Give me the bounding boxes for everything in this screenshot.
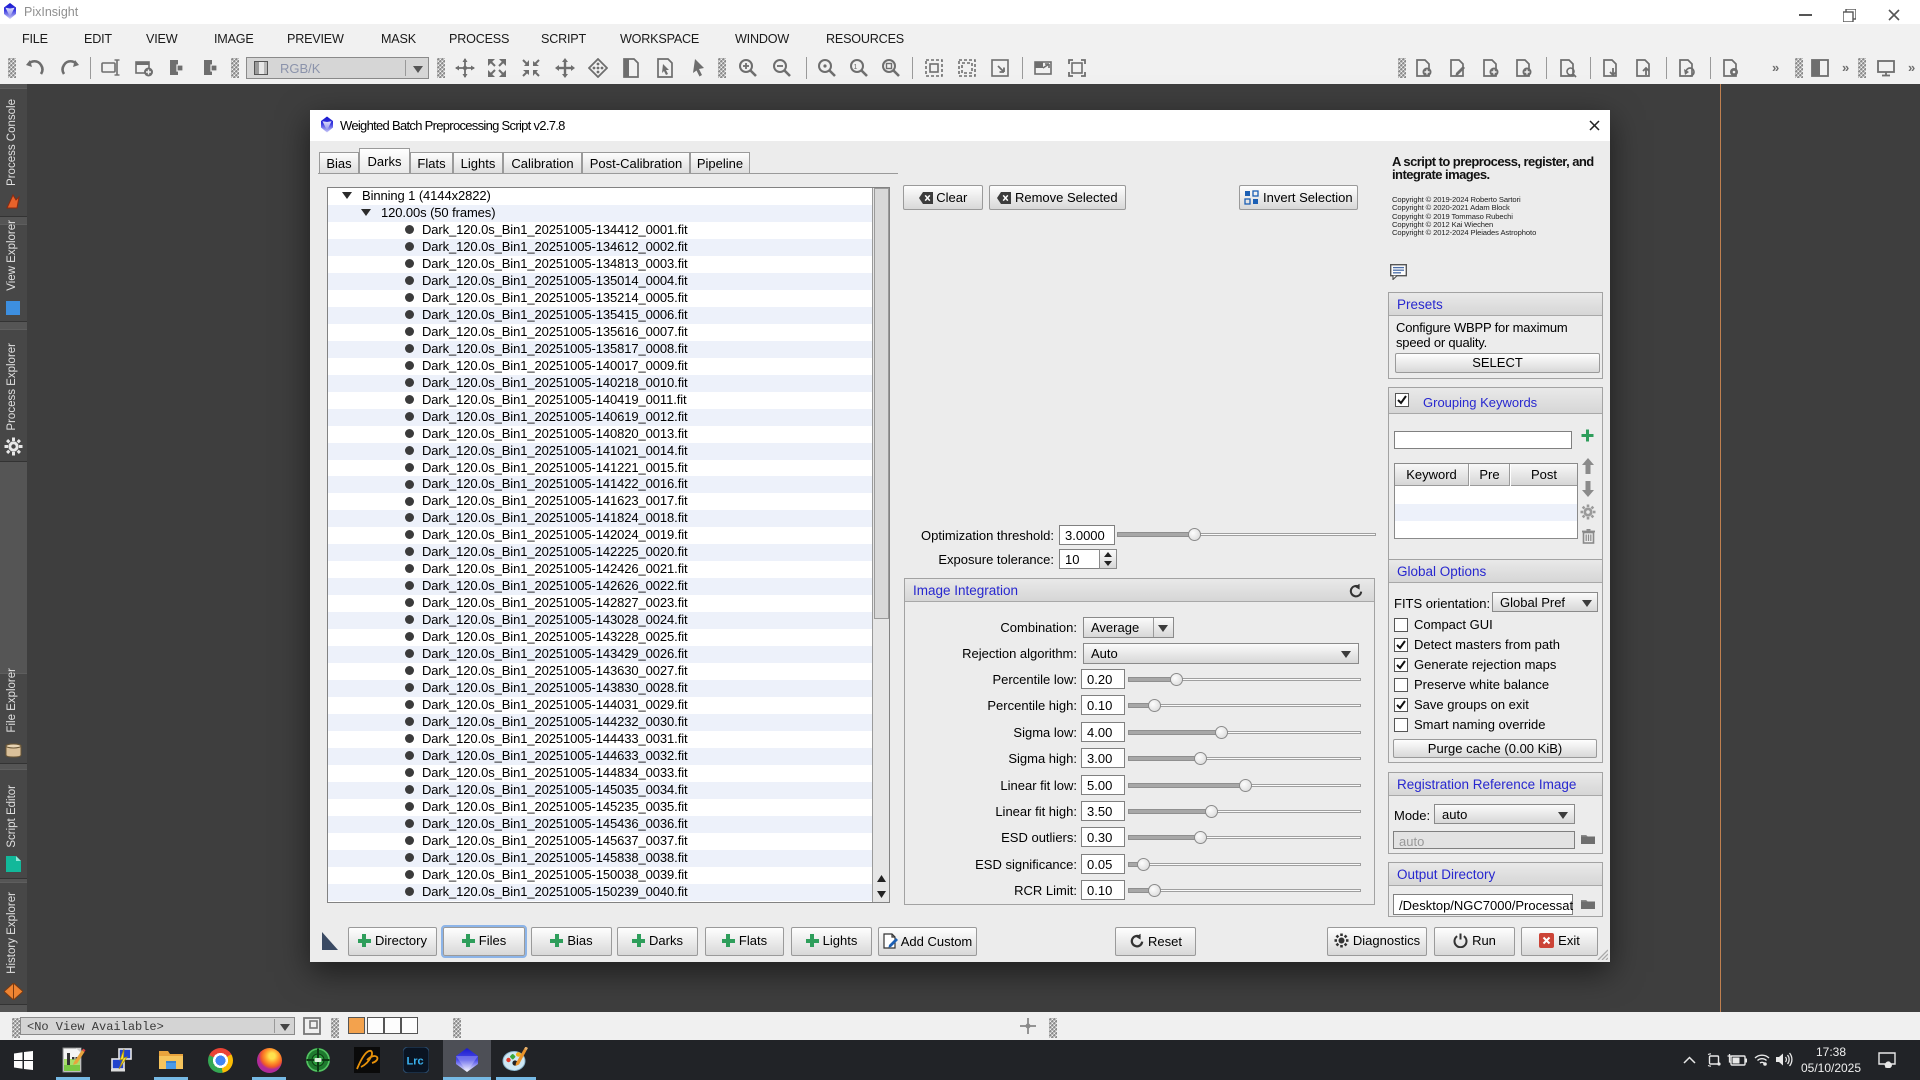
svg-text:Lrc: Lrc	[407, 1056, 424, 1068]
svg-text:1: 1	[854, 64, 858, 71]
